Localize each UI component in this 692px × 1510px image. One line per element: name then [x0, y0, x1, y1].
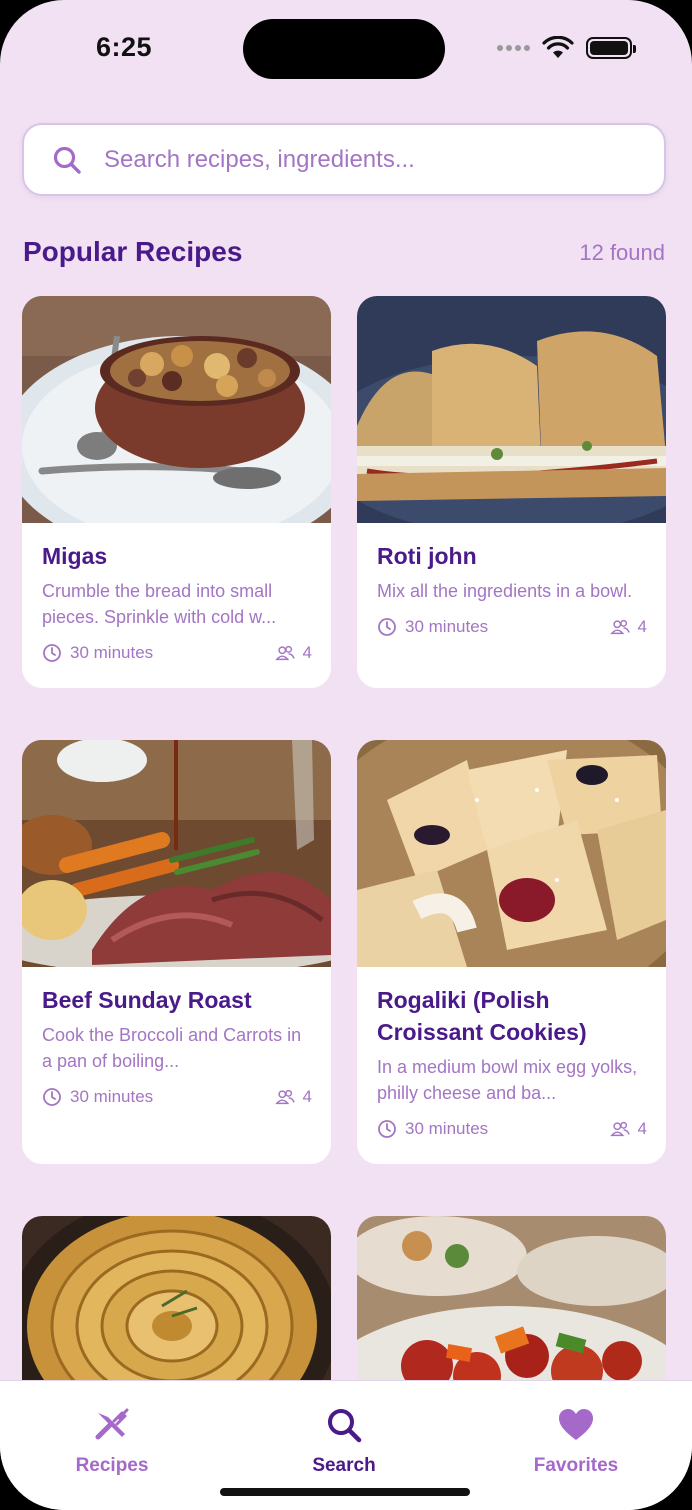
clock-icon	[378, 1120, 396, 1138]
recipe-title: Beef Sunday Roast	[42, 987, 252, 1013]
search-bar[interactable]	[22, 123, 666, 196]
recipe-description: In a medium bowl mix egg yolks, philly c…	[377, 1057, 638, 1103]
recipe-image-migas	[22, 296, 331, 523]
recipe-description: Crumble the bread into small pieces. Spr…	[42, 581, 277, 627]
recipe-meta: 30 minutes 4	[42, 1087, 312, 1107]
recipe-title: Roti john	[377, 543, 477, 569]
tab-recipes[interactable]: Recipes	[22, 1405, 202, 1477]
recipe-card[interactable]: Beef Sunday Roast Cook the Broccoli and …	[22, 740, 331, 1164]
heart-icon	[559, 1409, 593, 1440]
wifi-icon	[542, 36, 574, 58]
recipe-card[interactable]	[357, 1216, 666, 1381]
tab-label: Favorites	[533, 1455, 619, 1476]
recipe-card[interactable]: Rogaliki (Polish Croissant Cookies) In a…	[357, 740, 666, 1164]
tab-favorites[interactable]: Favorites	[486, 1405, 666, 1477]
recipe-servings: 4	[302, 1087, 312, 1106]
home-indicator[interactable]	[220, 1488, 470, 1496]
recipe-time: 30 minutes	[405, 617, 489, 636]
tab-search[interactable]: Search	[254, 1405, 434, 1477]
recipe-servings: 4	[302, 643, 312, 662]
recipe-time: 30 minutes	[405, 1119, 489, 1138]
recipe-meta: 30 minutes 4	[42, 643, 312, 663]
recipe-card-body: Roti john Mix all the ingredients in a b…	[377, 540, 647, 637]
cellular-signal-icon	[497, 45, 530, 51]
recipe-description: Mix all the ingredients in a bowl.	[377, 581, 633, 601]
tab-label: Recipes	[75, 1455, 149, 1476]
recipe-image-sweet-sour	[357, 1216, 666, 1381]
tab-bar: Recipes Search Favorites	[0, 1380, 692, 1510]
search-icon	[328, 1409, 362, 1443]
recipe-time: 30 minutes	[70, 643, 154, 662]
status-bar: 6:25	[0, 0, 692, 90]
tab-label: Search	[312, 1455, 376, 1476]
recipe-card[interactable]: Migas Crumble the bread into small piece…	[22, 296, 331, 688]
results-count: 12 found	[579, 240, 665, 265]
search-icon	[53, 146, 81, 174]
phone-screen: 6:25 Popular Recipes 12 found	[0, 0, 692, 1510]
dynamic-island	[243, 19, 445, 79]
recipe-card-body: Beef Sunday Roast Cook the Broccoli and …	[42, 984, 312, 1107]
recipe-image-potato-gratin	[22, 1216, 331, 1381]
status-time: 6:25	[96, 32, 153, 62]
status-icons	[497, 36, 636, 60]
clock-icon	[378, 618, 396, 636]
recipe-card[interactable]: Roti john Mix all the ingredients in a b…	[357, 296, 666, 688]
people-icon	[609, 619, 630, 635]
people-icon	[274, 645, 295, 661]
recipe-card-body: Rogaliki (Polish Croissant Cookies) In a…	[377, 984, 647, 1139]
recipe-description: Cook the Broccoli and Carrots in a pan o…	[42, 1025, 302, 1071]
recipe-image-rogaliki	[357, 740, 666, 967]
clock-icon	[43, 644, 61, 662]
recipe-grid: Migas Crumble the bread into small piece…	[22, 296, 666, 1381]
recipe-meta: 30 minutes 4	[377, 617, 647, 637]
recipe-title: Rogaliki (Polish Croissant Cookies)	[377, 987, 587, 1045]
recipe-image-roti-john	[357, 296, 666, 523]
recipe-servings: 4	[637, 1119, 647, 1138]
recipe-servings: 4	[637, 617, 647, 636]
recipe-card-body: Migas Crumble the bread into small piece…	[42, 540, 312, 663]
search-input[interactable]	[104, 145, 624, 174]
fork-knife-icon	[95, 1408, 129, 1440]
clock-icon	[43, 1088, 61, 1106]
battery-icon	[586, 37, 636, 59]
recipe-time: 30 minutes	[70, 1087, 154, 1106]
people-icon	[274, 1089, 295, 1105]
recipe-card[interactable]	[22, 1216, 331, 1381]
recipe-title: Migas	[42, 543, 108, 569]
recipe-meta: 30 minutes 4	[377, 1119, 647, 1139]
recipe-image-beef-sunday-roast	[22, 740, 331, 967]
people-icon	[609, 1121, 630, 1137]
section-title: Popular Recipes	[23, 236, 243, 267]
